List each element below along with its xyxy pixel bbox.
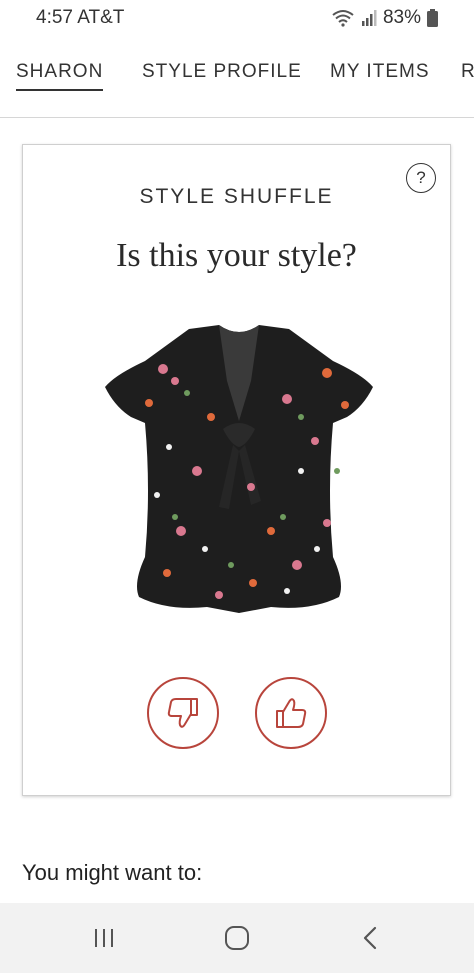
- status-time: 4:57 AT&T: [36, 7, 125, 28]
- card-question: Is this your style?: [116, 237, 357, 274]
- status-bar: 4:57 AT&T 83%: [0, 0, 474, 36]
- tab-style-profile[interactable]: STYLE PROFILE: [142, 61, 302, 83]
- floral-blouse-image: [105, 325, 373, 613]
- card-eyebrow: STYLE SHUFFLE: [139, 185, 334, 208]
- dislike-button[interactable]: [147, 677, 219, 749]
- home-icon: [225, 926, 249, 950]
- like-button[interactable]: [255, 677, 327, 749]
- recent-apps-icon: [95, 929, 113, 947]
- tab-overflow[interactable]: R: [461, 61, 474, 83]
- thumbs-down-icon: [167, 698, 198, 728]
- status-indicators: 83%: [331, 7, 438, 29]
- back-icon: [363, 926, 377, 950]
- home-button[interactable]: [217, 921, 257, 955]
- tab-my-items[interactable]: MY ITEMS: [330, 61, 430, 83]
- thumbs-up-icon: [276, 698, 307, 728]
- signal-icon: [361, 10, 377, 26]
- recent-apps-button[interactable]: [84, 921, 124, 955]
- section-heading: You might want to:: [22, 860, 203, 885]
- style-shuffle-card: ? STYLE SHUFFLE Is this your style?: [22, 144, 451, 796]
- battery-icon: [427, 9, 438, 27]
- wifi-icon: [332, 10, 354, 27]
- tab-sharon[interactable]: SHARON: [16, 61, 104, 91]
- battery-level: 83%: [382, 7, 421, 28]
- back-button[interactable]: [350, 921, 390, 955]
- top-tabs: SHARON STYLE PROFILE MY ITEMS R: [0, 48, 474, 118]
- system-nav-bar: [0, 903, 474, 973]
